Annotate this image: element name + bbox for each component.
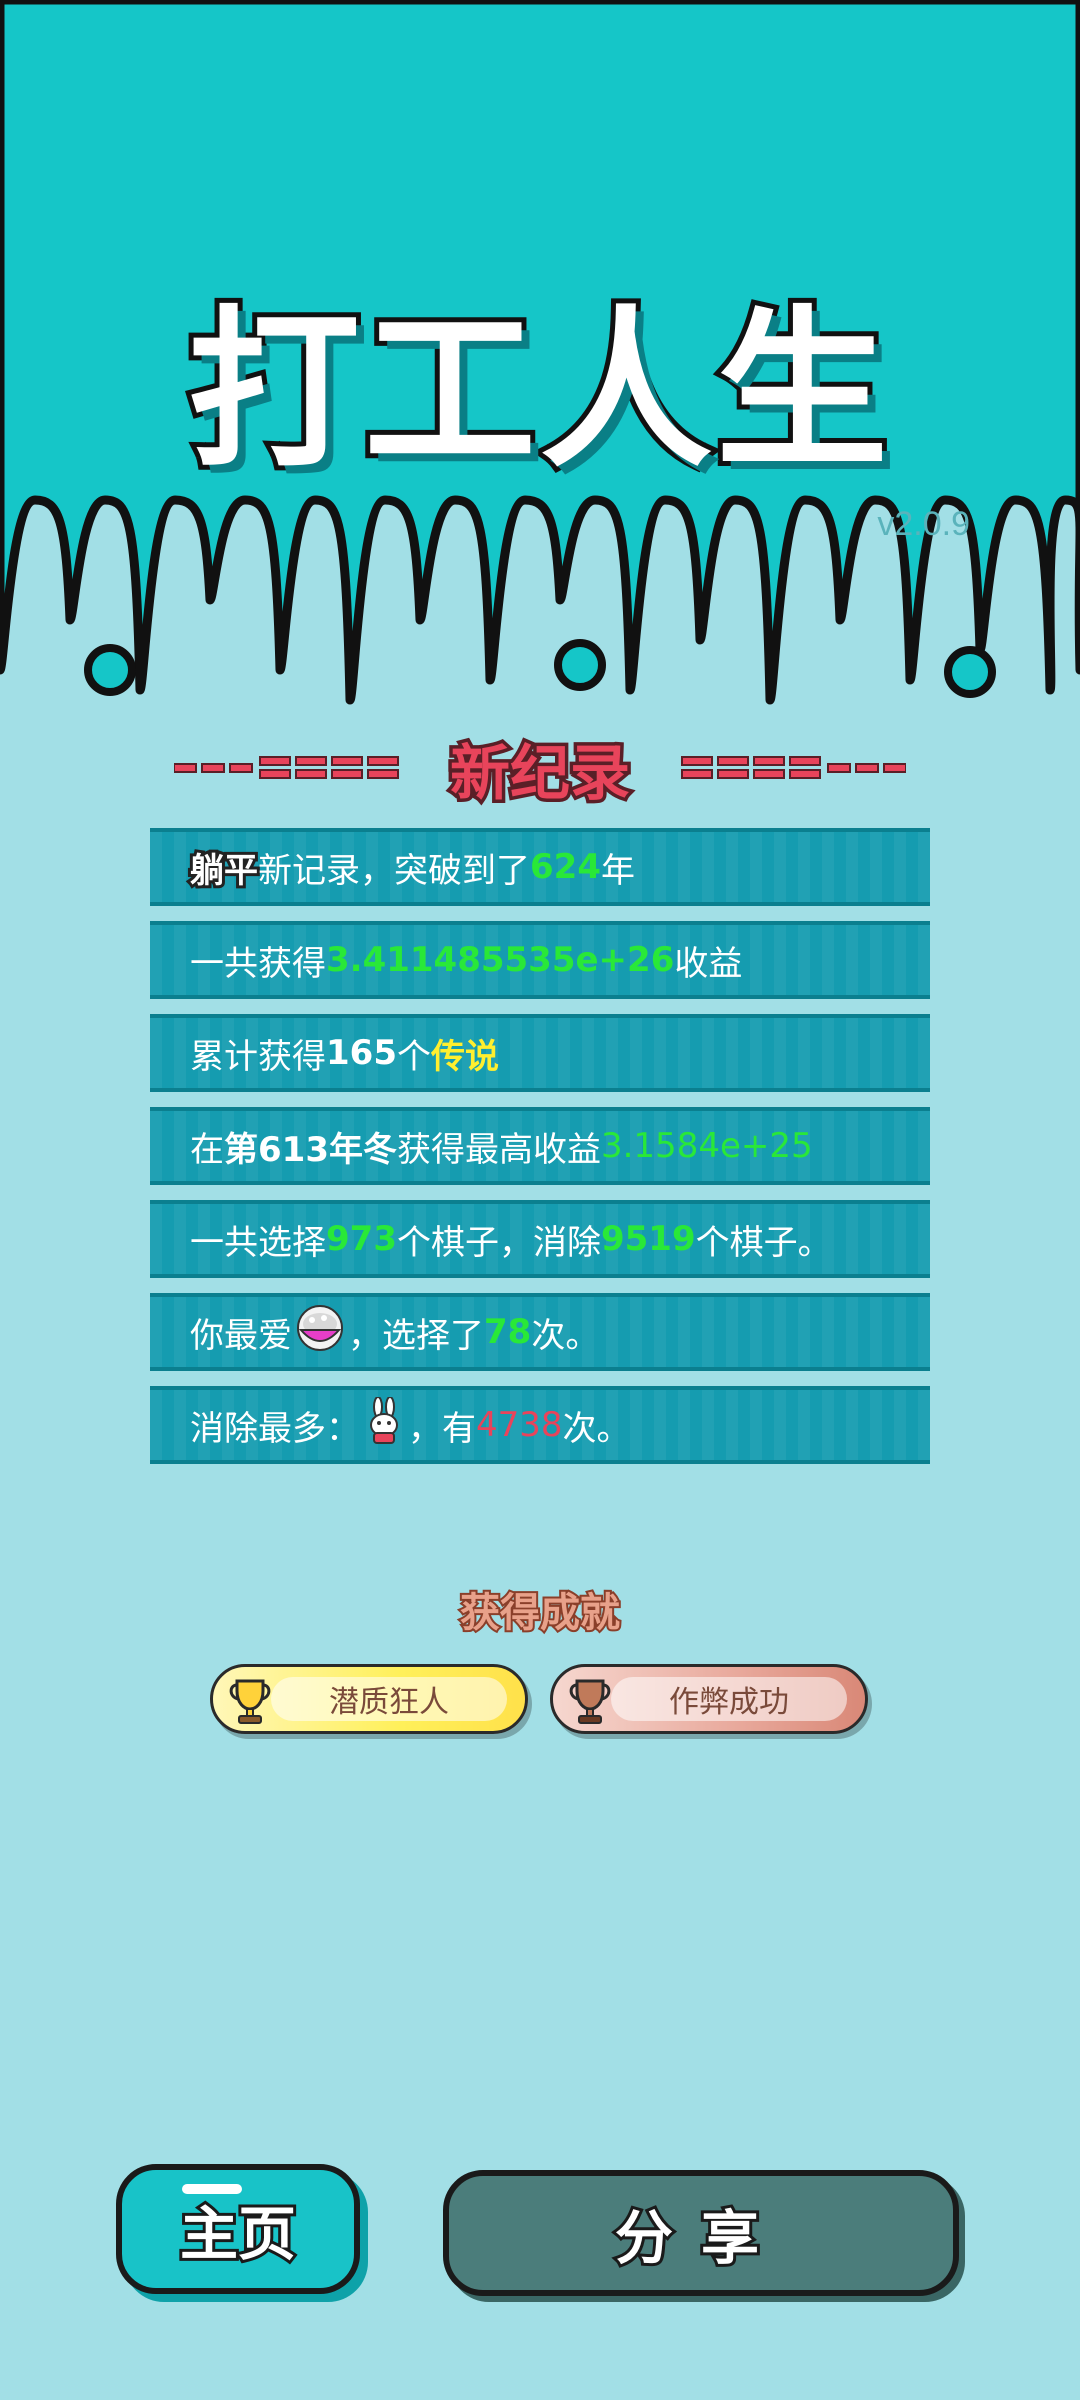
record-highlight: 624 [530, 847, 601, 887]
dash-decoration-right [681, 756, 906, 779]
share-button[interactable]: 分享 [443, 2170, 959, 2296]
record-text: 个棋子。 [695, 1222, 832, 1263]
game-title: 打工人生 [183, 285, 893, 496]
achievements-title: 获得成就 [458, 1588, 622, 1638]
achievement-badge-bronze[interactable]: 作弊成功 [550, 1664, 868, 1734]
record-row: 躺平 新记录，突破到了 624 年 [150, 828, 930, 906]
record-text: 个棋子，消除 [396, 1222, 601, 1263]
record-highlight: 3.1584e+25 [600, 1126, 813, 1166]
section-heading-text: 新纪录 [447, 735, 634, 812]
home-button-label: 主页 [177, 2197, 299, 2271]
record-row: 你最爱 ，选择了 78 次。 [150, 1293, 930, 1371]
record-text: 次。 [562, 1408, 631, 1449]
record-text: 一共选择 [190, 1222, 326, 1263]
record-highlight: 传说 [430, 1036, 499, 1077]
record-text: 年 [600, 850, 635, 891]
record-text: 新记录，突破到了 [258, 850, 530, 891]
record-highlight: 165 [326, 1033, 397, 1073]
drip-drop [84, 644, 136, 696]
version-label: v2.0.9 [877, 505, 970, 543]
achievement-badges: 潜质狂人 作弊成功 [210, 1664, 870, 1736]
record-text: 你最爱 [190, 1315, 292, 1356]
record-text: 消除最多： [190, 1408, 360, 1449]
home-button[interactable]: 主页 [116, 2164, 360, 2294]
badge-label: 潜质狂人 [329, 1685, 449, 1720]
record-row: 在 第613年冬 获得最高收益 3.1584e+25 [150, 1107, 930, 1185]
record-text: ，选择了 [348, 1315, 484, 1356]
records-list: 躺平 新记录，突破到了 624 年一共获得 3.411485535e+26 收益 累计获得 1… [150, 828, 930, 1479]
record-text: 个 [396, 1036, 431, 1077]
record-text: ，有 [408, 1408, 476, 1449]
bronze-trophy-icon [569, 1679, 611, 1724]
record-highlight: 第613年冬 [224, 1129, 397, 1170]
record-row: 累计获得 165 个传说 [150, 1014, 930, 1092]
record-highlight: 躺平 [187, 848, 261, 894]
badge-label: 作弊成功 [669, 1685, 789, 1720]
record-row: 一共选择 973 个棋子，消除 9519 个棋子。 [150, 1200, 930, 1278]
drip-drop [944, 646, 996, 698]
share-button-label: 分享 [612, 2201, 787, 2275]
rabbit-icon [364, 1395, 404, 1454]
button-shine [182, 2184, 242, 2194]
record-text: 在 [190, 1129, 224, 1170]
record-row: 消除最多： ，有 4738 次。 [150, 1386, 930, 1464]
record-highlight: 9519 [600, 1219, 696, 1259]
record-highlight: 4738 [476, 1405, 563, 1445]
record-text: 一共获得 [190, 943, 326, 984]
record-text: 获得最高收益 [396, 1129, 601, 1170]
drip-drop [554, 639, 606, 691]
record-highlight: 973 [326, 1219, 397, 1259]
record-text: 累计获得 [190, 1036, 326, 1077]
record-highlight: 78 [484, 1312, 532, 1352]
record-text: 次。 [531, 1315, 600, 1356]
dash-decoration-left [174, 756, 399, 779]
record-highlight: 3.411485535e+26 [326, 940, 675, 980]
rice-bowl-icon [296, 1304, 344, 1361]
gold-trophy-icon [229, 1679, 271, 1724]
achievement-badge-gold[interactable]: 潜质狂人 [210, 1664, 528, 1734]
record-text: 收益 [674, 943, 743, 984]
record-row: 一共获得 3.411485535e+26 收益 [150, 921, 930, 999]
new-record-heading: 新纪录 [0, 728, 1080, 812]
